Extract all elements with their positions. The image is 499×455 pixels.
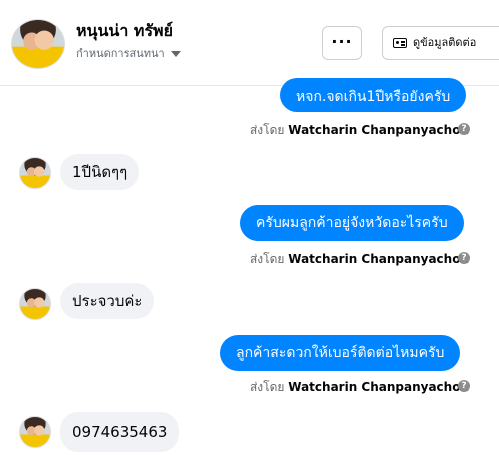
- sent-by-prefix: ส่งโดย: [249, 380, 285, 394]
- message-text: 0974635463: [72, 423, 168, 441]
- incoming-message[interactable]: 1ปีนิดๆๆ: [60, 154, 140, 190]
- incoming-message[interactable]: ประจวบค่ะ: [60, 283, 155, 319]
- view-contact-info-label: ดูข้อมูลติดต่อ: [413, 36, 477, 49]
- outgoing-message[interactable]: หจก.จดเกิน1ปีหรือยังครับ: [280, 78, 467, 112]
- help-icon[interactable]: ?: [458, 252, 470, 264]
- message-text: ประจวบค่ะ: [72, 292, 143, 310]
- conversation-settings-label: กำหนดการสนทนา: [76, 47, 165, 60]
- sender-name: Watcharin Chanpanyachon: [288, 123, 469, 137]
- sent-by-prefix: ส่งโดย: [249, 252, 285, 266]
- contact-card-icon: [393, 38, 407, 48]
- sent-by-label: ส่งโดย Watcharin Chanpanyachon: [250, 250, 469, 269]
- contact-avatar-small[interactable]: [19, 157, 51, 189]
- view-contact-info-button[interactable]: ดูข้อมูลติดต่อ: [382, 26, 499, 60]
- sent-by-label: ส่งโดย Watcharin Chanpanyachon: [250, 378, 469, 397]
- contact-avatar-small[interactable]: [19, 288, 51, 320]
- message-text: ลูกค้าสะดวกให้เบอร์ติดต่อไหมครับ: [236, 345, 445, 361]
- message-text: 1ปีนิดๆๆ: [72, 163, 128, 181]
- outgoing-message[interactable]: ครับผมลูกค้าอยู่จังหวัดอะไรครับ: [240, 205, 464, 241]
- contact-avatar-small[interactable]: [19, 416, 51, 448]
- conversation-settings-dropdown[interactable]: กำหนดการสนทนา: [76, 44, 181, 62]
- sender-name: Watcharin Chanpanyachon: [288, 380, 469, 394]
- contact-avatar[interactable]: [11, 19, 65, 69]
- outgoing-message[interactable]: ลูกค้าสะดวกให้เบอร์ติดต่อไหมครับ: [220, 335, 461, 371]
- conversation-header: หนุนน่า ทรัพย์ กำหนดการสนทนา ··· ดูข้อมู…: [0, 0, 499, 86]
- more-options-button[interactable]: ···: [322, 26, 362, 60]
- sender-name: Watcharin Chanpanyachon: [288, 252, 469, 266]
- message-text: หจก.จดเกิน1ปีหรือยังครับ: [296, 89, 451, 105]
- contact-name[interactable]: หนุนน่า ทรัพย์: [76, 19, 173, 44]
- incoming-message[interactable]: 0974635463: [60, 412, 180, 452]
- sent-by-prefix: ส่งโดย: [249, 123, 285, 137]
- help-icon[interactable]: ?: [458, 380, 470, 392]
- sent-by-label: ส่งโดย Watcharin Chanpanyachon: [250, 121, 469, 140]
- message-text: ครับผมลูกค้าอยู่จังหวัดอะไรครับ: [256, 215, 448, 231]
- help-icon[interactable]: ?: [458, 123, 470, 135]
- caret-down-icon: [170, 51, 181, 57]
